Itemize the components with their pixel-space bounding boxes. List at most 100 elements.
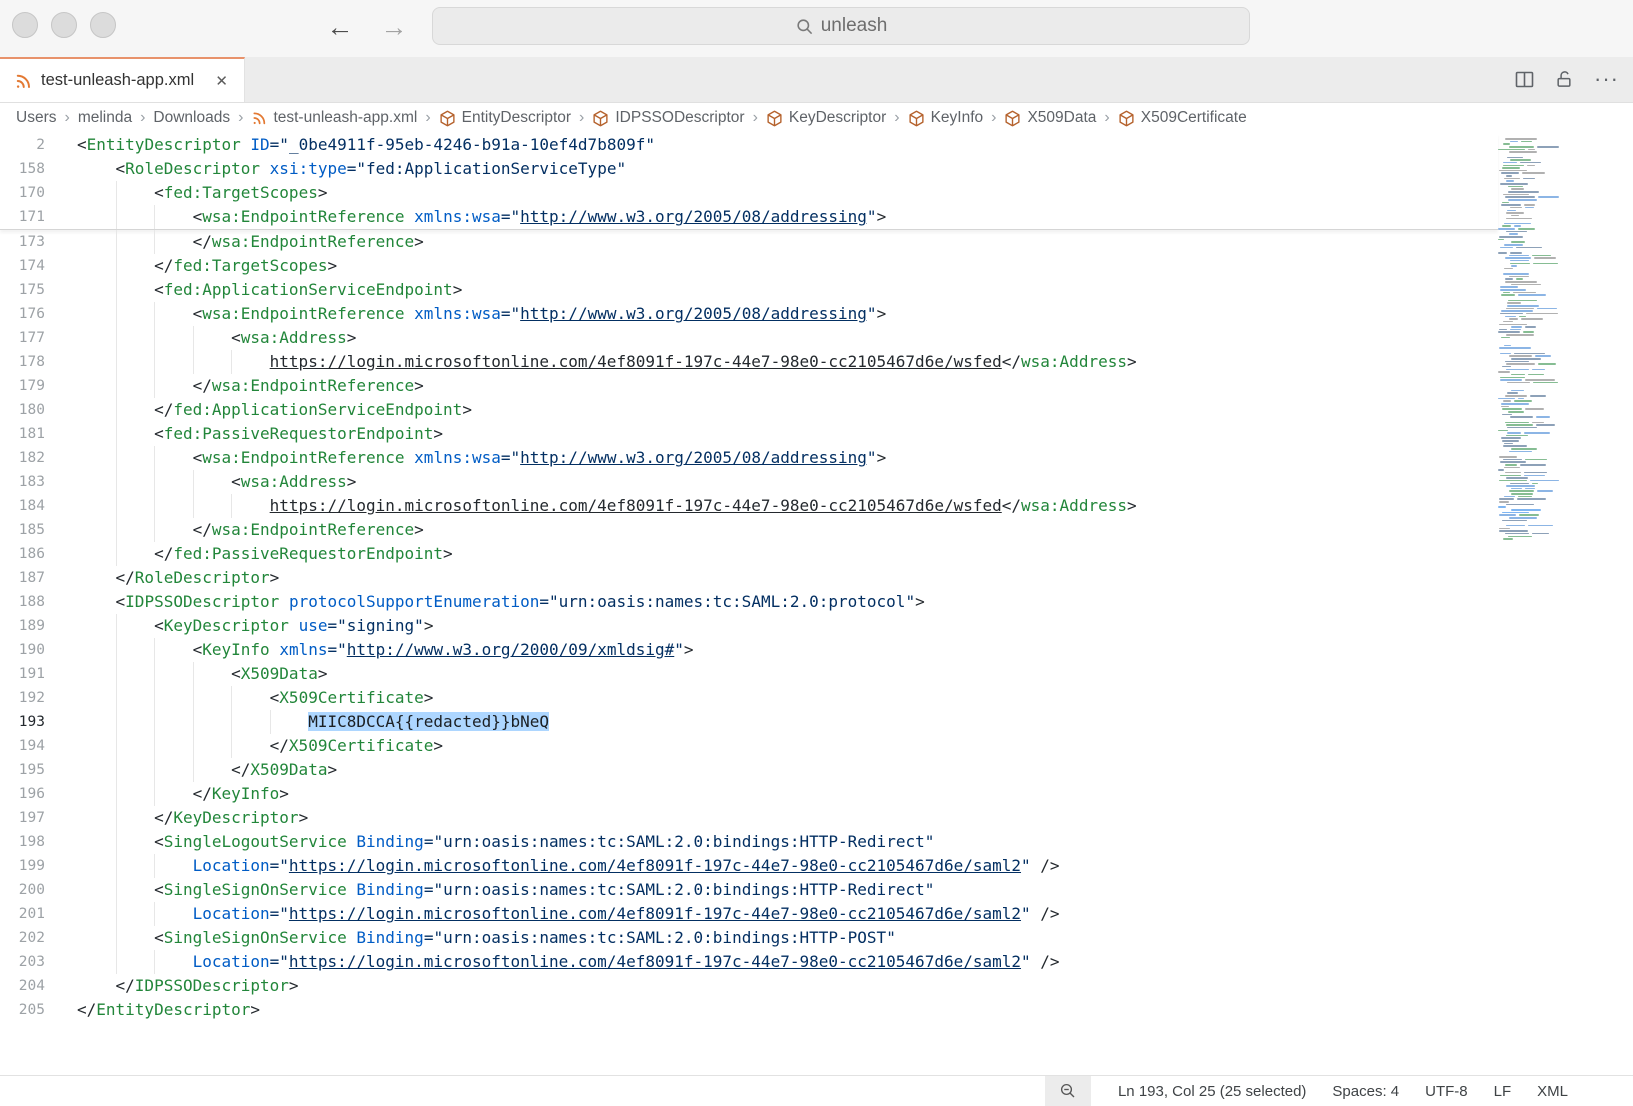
line-number[interactable]: 173: [0, 230, 45, 254]
minimize-window-button[interactable]: [51, 12, 77, 38]
code-line-178[interactable]: 178https://login.microsoftonline.com/4ef…: [0, 350, 1633, 374]
line-number[interactable]: 178: [0, 350, 45, 374]
code-line-196[interactable]: 196</KeyInfo>: [0, 782, 1633, 806]
line-number[interactable]: 174: [0, 254, 45, 278]
line-number[interactable]: 203: [0, 950, 45, 974]
line-number[interactable]: 195: [0, 758, 45, 782]
line-number[interactable]: 200: [0, 878, 45, 902]
code-line-186[interactable]: 186</fed:PassiveRequestorEndpoint>: [0, 542, 1633, 566]
breadcrumb-item-x509data[interactable]: X509Data: [1004, 109, 1096, 127]
code-line-200[interactable]: 200<SingleSignOnService Binding="urn:oas…: [0, 878, 1633, 902]
breadcrumb-item-test-unleash-app-xml[interactable]: test-unleash-app.xml: [251, 109, 417, 127]
breadcrumb-item-idpssodescriptor[interactable]: IDPSSODescriptor: [592, 109, 744, 127]
line-number[interactable]: 177: [0, 326, 45, 350]
close-tab-icon[interactable]: ✕: [211, 70, 232, 92]
line-number[interactable]: 201: [0, 902, 45, 926]
code-line-199[interactable]: 199Location="https://login.microsoftonli…: [0, 854, 1633, 878]
line-number[interactable]: 194: [0, 734, 45, 758]
breadcrumb-item-melinda[interactable]: melinda: [78, 109, 132, 127]
line-number[interactable]: 199: [0, 854, 45, 878]
line-number[interactable]: 181: [0, 422, 45, 446]
breadcrumb-item-x509certificate[interactable]: X509Certificate: [1118, 109, 1247, 127]
code-line-198[interactable]: 198<SingleLogoutService Binding="urn:oas…: [0, 830, 1633, 854]
code-line-195[interactable]: 195</X509Data>: [0, 758, 1633, 782]
breadcrumb-item-users[interactable]: Users: [16, 109, 56, 127]
minimap[interactable]: [1496, 138, 1546, 545]
code-line-194[interactable]: 194</X509Certificate>: [0, 734, 1633, 758]
line-number[interactable]: 190: [0, 638, 45, 662]
code-line-189[interactable]: 189<KeyDescriptor use="signing">: [0, 614, 1633, 638]
line-number[interactable]: 175: [0, 278, 45, 302]
code-line-192[interactable]: 192<X509Certificate>: [0, 686, 1633, 710]
line-number[interactable]: 192: [0, 686, 45, 710]
code-line-183[interactable]: 183<wsa:Address>: [0, 470, 1633, 494]
breadcrumb-item-entitydescriptor[interactable]: EntityDescriptor: [439, 109, 571, 127]
unlock-icon[interactable]: [1554, 69, 1574, 89]
code-line-193[interactable]: 193MIIC8DCCA{{redacted}}bNeQ: [0, 710, 1633, 734]
code-line-158[interactable]: 158<RoleDescriptor xsi:type="fed:Applica…: [0, 157, 1498, 181]
line-number[interactable]: 2: [0, 133, 45, 157]
line-number[interactable]: 170: [0, 181, 45, 205]
line-number[interactable]: 197: [0, 806, 45, 830]
code-line-188[interactable]: 188<IDPSSODescriptor protocolSupportEnum…: [0, 590, 1633, 614]
more-actions-icon[interactable]: ···: [1594, 69, 1619, 89]
line-number[interactable]: 180: [0, 398, 45, 422]
command-center-search[interactable]: unleash: [432, 7, 1250, 45]
eol-status[interactable]: LF: [1481, 1083, 1525, 1100]
line-number[interactable]: 202: [0, 926, 45, 950]
line-number[interactable]: 204: [0, 974, 45, 998]
line-number[interactable]: 176: [0, 302, 45, 326]
editor[interactable]: 2<EntityDescriptor ID="_0be4911f-95eb-42…: [0, 133, 1633, 1075]
line-number[interactable]: 182: [0, 446, 45, 470]
code-line-185[interactable]: 185</wsa:EndpointReference>: [0, 518, 1633, 542]
encoding-status[interactable]: UTF-8: [1412, 1083, 1481, 1100]
code-line-174[interactable]: 174</fed:TargetScopes>: [0, 254, 1633, 278]
breadcrumb-item-keydescriptor[interactable]: KeyDescriptor: [766, 109, 886, 127]
line-number[interactable]: 158: [0, 157, 45, 181]
code-line-179[interactable]: 179</wsa:EndpointReference>: [0, 374, 1633, 398]
code-line-201[interactable]: 201Location="https://login.microsoftonli…: [0, 902, 1633, 926]
forward-button[interactable]: →: [376, 8, 412, 46]
code-line-197[interactable]: 197</KeyDescriptor>: [0, 806, 1633, 830]
line-number[interactable]: 185: [0, 518, 45, 542]
sticky-scroll[interactable]: 2<EntityDescriptor ID="_0be4911f-95eb-42…: [0, 133, 1498, 230]
code-line-177[interactable]: 177<wsa:Address>: [0, 326, 1633, 350]
code-line-205[interactable]: 205</EntityDescriptor>: [0, 998, 1633, 1022]
code-line-187[interactable]: 187</RoleDescriptor>: [0, 566, 1633, 590]
code-line-190[interactable]: 190<KeyInfo xmlns="http://www.w3.org/200…: [0, 638, 1633, 662]
close-window-button[interactable]: [12, 12, 38, 38]
code-line-191[interactable]: 191<X509Data>: [0, 662, 1633, 686]
breadcrumb-item-keyinfo[interactable]: KeyInfo: [908, 109, 984, 127]
code-line-175[interactable]: 175<fed:ApplicationServiceEndpoint>: [0, 278, 1633, 302]
line-number[interactable]: 193: [0, 710, 45, 734]
line-number[interactable]: 189: [0, 614, 45, 638]
tab-test-unleash-app-xml[interactable]: test-unleash-app.xml ✕: [0, 57, 245, 102]
code-line-180[interactable]: 180</fed:ApplicationServiceEndpoint>: [0, 398, 1633, 422]
breadcrumb-item-downloads[interactable]: Downloads: [153, 109, 230, 127]
code-line-184[interactable]: 184https://login.microsoftonline.com/4ef…: [0, 494, 1633, 518]
code-line-170[interactable]: 170<fed:TargetScopes>: [0, 181, 1498, 205]
line-number[interactable]: 191: [0, 662, 45, 686]
line-number[interactable]: 188: [0, 590, 45, 614]
line-number[interactable]: 179: [0, 374, 45, 398]
split-editor-icon[interactable]: [1515, 71, 1534, 88]
code-line-173[interactable]: 173</wsa:EndpointReference>: [0, 230, 1633, 254]
line-number[interactable]: 186: [0, 542, 45, 566]
line-number[interactable]: 187: [0, 566, 45, 590]
code-line-2[interactable]: 2<EntityDescriptor ID="_0be4911f-95eb-42…: [0, 133, 1498, 157]
code-line-203[interactable]: 203Location="https://login.microsoftonli…: [0, 950, 1633, 974]
code-line-204[interactable]: 204</IDPSSODescriptor>: [0, 974, 1633, 998]
code-line-181[interactable]: 181<fed:PassiveRequestorEndpoint>: [0, 422, 1633, 446]
code-line-171[interactable]: 171<wsa:EndpointReference xmlns:wsa="htt…: [0, 205, 1498, 229]
code-line-202[interactable]: 202<SingleSignOnService Binding="urn:oas…: [0, 926, 1633, 950]
line-number[interactable]: 171: [0, 205, 45, 229]
code-line-182[interactable]: 182<wsa:EndpointReference xmlns:wsa="htt…: [0, 446, 1633, 470]
back-button[interactable]: ←: [322, 8, 358, 46]
zoom-out-indicator[interactable]: [1045, 1076, 1091, 1106]
indentation-status[interactable]: Spaces: 4: [1319, 1083, 1412, 1100]
zoom-window-button[interactable]: [90, 12, 116, 38]
line-number[interactable]: 183: [0, 470, 45, 494]
language-mode-status[interactable]: XML: [1524, 1083, 1581, 1100]
line-number[interactable]: 184: [0, 494, 45, 518]
code-line-176[interactable]: 176<wsa:EndpointReference xmlns:wsa="htt…: [0, 302, 1633, 326]
